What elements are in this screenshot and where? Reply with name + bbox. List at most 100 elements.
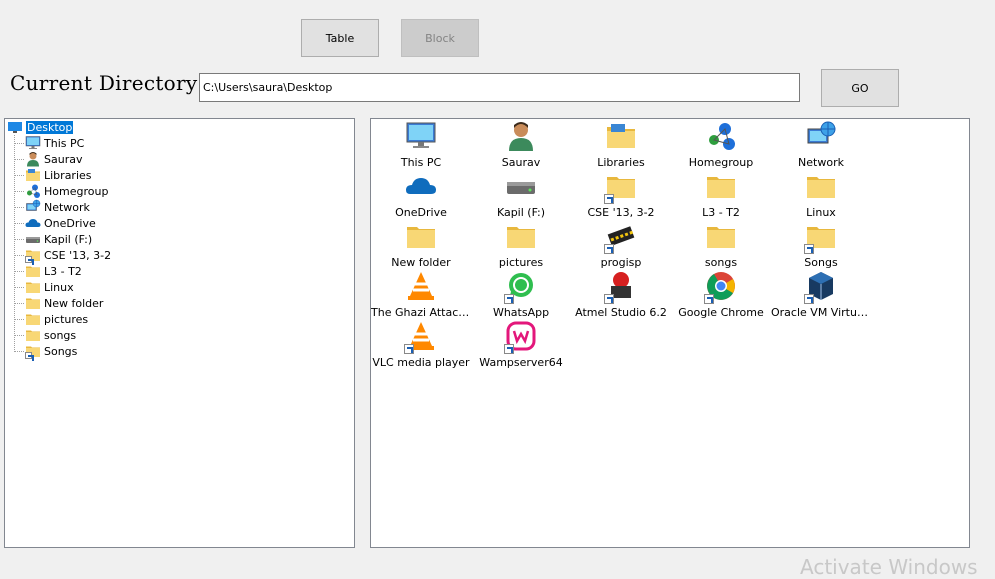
folder-icon (404, 220, 438, 254)
table-view-button[interactable]: Table (301, 19, 379, 57)
file-tile[interactable]: songs (671, 220, 771, 270)
tree-item-label: Homegroup (44, 184, 109, 198)
file-tile-label: Libraries (597, 156, 645, 169)
file-tile[interactable]: New folder (371, 220, 471, 270)
tree-connector (15, 191, 24, 192)
folder-shortcut-icon (25, 247, 41, 265)
file-tile[interactable]: Saurav (471, 120, 571, 170)
file-tile-label: CSE '13, 3-2 (587, 206, 655, 219)
tree-item-label: Linux (44, 280, 74, 294)
file-tile[interactable]: Oracle VM Virtual... (771, 270, 871, 320)
path-input[interactable] (199, 73, 800, 102)
homegroup-icon (25, 183, 41, 199)
tree-item-label: L3 - T2 (44, 264, 82, 278)
tree-item-label: songs (44, 328, 77, 342)
file-tile[interactable]: The Ghazi Attack ... (371, 270, 471, 320)
shortcut-arrow-icon (25, 256, 34, 265)
tree-connector (15, 351, 24, 352)
shortcut-arrow-icon (25, 352, 34, 361)
file-tile[interactable]: Songs (771, 220, 871, 270)
tree-item[interactable]: OneDrive (15, 215, 96, 231)
shortcut-arrow-icon (504, 344, 514, 354)
file-tile[interactable]: Wampserver64 (471, 320, 571, 370)
tree-connector (15, 319, 24, 320)
tree-connector (15, 159, 24, 160)
file-tile[interactable]: Libraries (571, 120, 671, 170)
folder-tree[interactable]: Desktop This PC Saurav Libraries Homegroup Ne… (4, 118, 355, 548)
shortcut-arrow-icon (604, 244, 614, 254)
activation-watermark: Activate Windows (800, 555, 978, 579)
tree-item[interactable]: L3 - T2 (15, 263, 82, 279)
whatsapp-icon (504, 270, 538, 304)
current-directory-label: Current Directory (10, 71, 198, 95)
file-tile[interactable]: VLC media player (371, 320, 471, 370)
progisp-icon (604, 220, 638, 254)
file-tile-label: progisp (600, 256, 642, 269)
tree-connector (15, 239, 24, 240)
tree-item[interactable]: Kapil (F:) (15, 231, 93, 247)
folder-shortcut-icon (25, 343, 41, 361)
file-tile-label: Linux (806, 206, 836, 219)
computer-icon (404, 120, 438, 154)
file-tile-label: Oracle VM Virtual... (771, 306, 871, 319)
file-tile-label: WhatsApp (492, 306, 550, 319)
file-tile[interactable]: L3 - T2 (671, 170, 771, 220)
tree-item[interactable]: This PC (15, 135, 84, 151)
network-icon (804, 120, 838, 154)
virtualbox-icon (804, 270, 838, 304)
file-tile[interactable]: Homegroup (671, 120, 771, 170)
file-tile-label: Songs (804, 256, 838, 269)
tree-item[interactable]: Libraries (15, 167, 92, 183)
file-tile-label: L3 - T2 (702, 206, 740, 219)
tree-item[interactable]: Songs (15, 343, 77, 361)
tree-item[interactable]: Homegroup (15, 183, 109, 199)
file-tile[interactable]: pictures (471, 220, 571, 270)
file-tile-label: This PC (400, 156, 442, 169)
vlc-shortcut-icon (404, 320, 438, 354)
file-tile-label: pictures (498, 256, 544, 269)
tree-item[interactable]: Saurav (15, 151, 82, 167)
file-tile[interactable]: OneDrive (371, 170, 471, 220)
wamp-icon (504, 320, 538, 354)
tree-item-label: CSE '13, 3-2 (44, 248, 112, 262)
file-tile[interactable]: WhatsApp (471, 270, 571, 320)
file-tile[interactable]: This PC (371, 120, 471, 170)
file-tile-label: New folder (391, 256, 451, 269)
file-tile[interactable]: Network (771, 120, 871, 170)
tree-item[interactable]: pictures (15, 311, 89, 327)
file-tile[interactable]: CSE '13, 3-2 (571, 170, 671, 220)
go-button[interactable]: GO (821, 69, 899, 107)
tree-connector (15, 271, 24, 272)
shortcut-arrow-icon (804, 244, 814, 254)
file-icon-grid[interactable]: This PC Saurav Libraries Homegroup Network On… (370, 118, 970, 548)
file-tile[interactable]: Google Chrome (671, 270, 771, 320)
file-tile[interactable]: progisp (571, 220, 671, 270)
folder-shortcut-icon (604, 170, 638, 204)
vlc-icon (404, 270, 438, 304)
tree-item[interactable]: Network (15, 199, 90, 215)
folder-icon (25, 295, 41, 311)
network-icon (25, 199, 41, 215)
tree-item-label: Network (44, 200, 90, 214)
tree-connector (15, 223, 24, 224)
block-view-button[interactable]: Block (401, 19, 479, 57)
folder-shortcut-icon (804, 220, 838, 254)
tree-item-label: Kapil (F:) (44, 232, 93, 246)
tree-item[interactable]: Linux (15, 279, 74, 295)
tree-item[interactable]: songs (15, 327, 77, 343)
file-tile[interactable]: Kapil (F:) (471, 170, 571, 220)
drive-icon (25, 231, 41, 247)
tree-item-label: pictures (44, 312, 89, 326)
shortcut-arrow-icon (404, 344, 414, 354)
homegroup-icon (704, 120, 738, 154)
file-tile-label: VLC media player (372, 356, 470, 369)
file-tile-label: Wampserver64 (479, 356, 563, 369)
tree-item[interactable]: CSE '13, 3-2 (15, 247, 112, 265)
tree-item[interactable]: New folder (15, 295, 103, 311)
file-tile[interactable]: Atmel Studio 6.2 (571, 270, 671, 320)
file-tile-label: Network (798, 156, 844, 169)
folder-icon (25, 311, 41, 327)
folder-icon (704, 220, 738, 254)
tree-item[interactable]: Desktop (7, 119, 74, 135)
file-tile[interactable]: Linux (771, 170, 871, 220)
